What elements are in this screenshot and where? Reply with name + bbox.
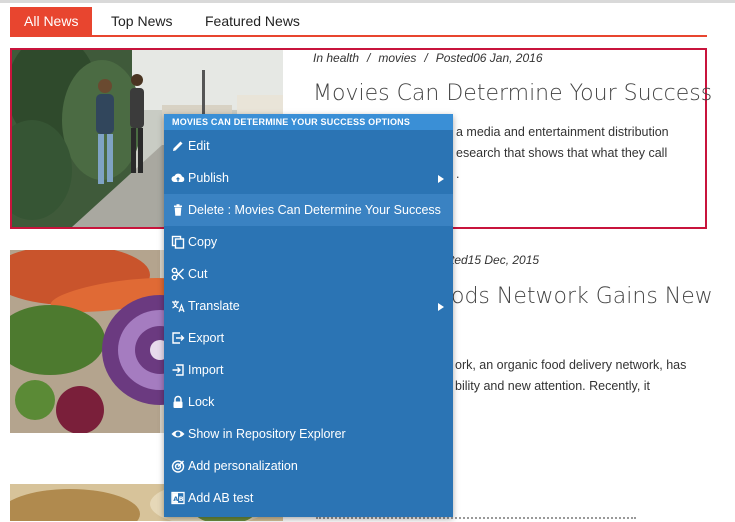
menu-item-label: Delete : Movies Can Determine Your Succe… [188,203,441,217]
article-title[interactable]: ods Network Gains New [451,284,713,309]
export-icon [172,332,185,344]
menu-item-label: Edit [188,139,210,153]
menu-item-label: Add AB test [188,491,254,505]
menu-item-label: Export [188,331,225,345]
context-menu-header: MOVIES CAN DETERMINE YOUR SUCCESS OPTION… [164,114,453,130]
menu-item-label: Cut [188,267,208,281]
scissors-icon [171,267,184,281]
lock-icon [173,395,183,408]
menu-item-publish[interactable]: Publish [164,162,453,194]
article-meta: In health / movies / Posted06 Jan, 2016 [313,51,543,65]
article-posted-date: Posted06 Jan, 2016 [435,51,543,65]
top-border [0,0,735,3]
target-icon [171,460,185,473]
menu-item-label: Translate [188,299,240,313]
excerpt-line: . [456,167,460,181]
article-excerpt: ork, an organic food delivery network, h… [455,355,686,397]
copy-icon [171,235,185,249]
menu-item-label: Publish [188,171,229,185]
menu-item-show-in-repository-explorer[interactable]: Show in Repository Explorer [164,418,453,450]
svg-text:B: B [179,495,184,503]
submenu-arrow-icon [438,303,444,311]
excerpt-line: bility and new attention. Recently, it [455,379,651,393]
article-tag[interactable]: movies [378,51,416,65]
menu-item-label: Lock [188,395,215,409]
news-tabs: All News Top News Featured News [10,7,707,37]
context-menu: MOVIES CAN DETERMINE YOUR SUCCESS OPTION… [164,114,453,517]
menu-item-label: Add personalization [188,459,298,473]
ab-test-icon: AB [171,491,185,505]
trash-icon [174,204,182,216]
article-meta-partial [316,517,636,522]
excerpt-line: ork, an organic food delivery network, h… [455,358,687,372]
menu-item-export[interactable]: Export [164,322,453,354]
tab-featured-news[interactable]: Featured News [205,7,300,36]
pencil-icon [173,141,183,151]
translate-icon [172,300,185,313]
tab-top-news[interactable]: Top News [111,7,172,36]
article-category[interactable]: In health [313,51,359,65]
menu-item-label: Import [188,363,224,377]
menu-item-add-ab-test[interactable]: AB Add AB test [164,482,453,514]
article-posted-date: ted15 Dec, 2015 [451,253,540,267]
menu-item-edit[interactable]: Edit [164,130,453,162]
article-excerpt: a media and entertainment distribution e… [456,122,669,185]
svg-text:A: A [173,495,178,503]
menu-item-import[interactable]: Import [164,354,453,386]
menu-item-cut[interactable]: Cut [164,258,453,290]
eye-icon [171,430,185,438]
menu-item-label: Copy [188,235,218,249]
menu-item-copy[interactable]: Copy [164,226,453,258]
excerpt-line: a media and entertainment distribution [456,125,669,139]
menu-item-lock[interactable]: Lock [164,386,453,418]
article-title[interactable]: Movies Can Determine Your Success [313,81,712,106]
menu-item-add-personalization[interactable]: Add personalization [164,450,453,482]
cloud-upload-icon [171,173,185,182]
menu-item-translate[interactable]: Translate [164,290,453,322]
menu-item-label: Show in Repository Explorer [188,427,346,441]
menu-item-delete[interactable]: Delete : Movies Can Determine Your Succe… [164,194,453,226]
tab-all-news[interactable]: All News [10,7,93,36]
submenu-arrow-icon [438,175,444,183]
tabs-underline [10,35,707,37]
import-icon [172,364,184,376]
excerpt-line: esearch that shows that what they call [456,146,668,160]
